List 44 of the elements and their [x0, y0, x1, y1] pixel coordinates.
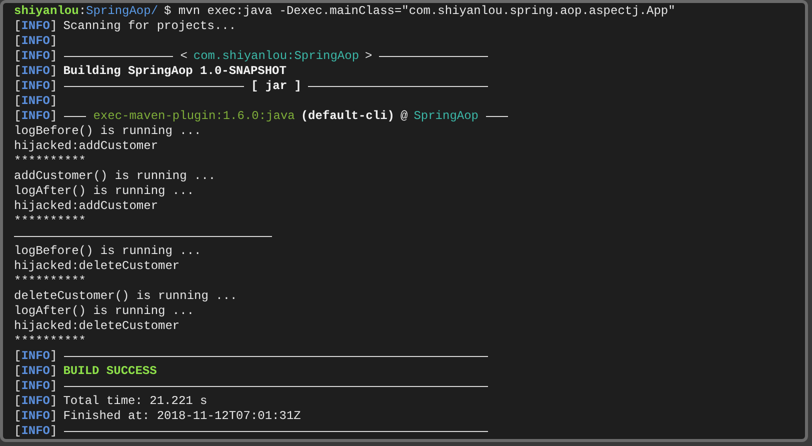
log-message: [ jar ]: [250, 79, 302, 94]
prompt-user: shiyanlou: [14, 4, 79, 19]
output-line: logBefore() is running ...: [14, 244, 202, 259]
log-message: <: [179, 49, 188, 64]
output-line: hijacked:deleteCustomer: [14, 259, 180, 274]
output-line: deleteCustomer() is running ...: [14, 289, 238, 304]
output-line: logAfter() is running ...: [14, 184, 194, 199]
log-level-tag: [INFO]: [14, 79, 58, 94]
prompt-separator: :: [78, 4, 86, 19]
log-level-tag: [INFO]: [14, 49, 58, 64]
output-line: logBefore() is running ...: [14, 124, 202, 139]
command-text: $ mvn exec:java -Dexec.mainClass="com.shiyanlou.spring.aop.aspectj.App": [164, 4, 676, 19]
log-message: Building SpringAop 1.0-SNAPSHOT: [62, 64, 288, 79]
output-line: **********: [14, 214, 86, 229]
log-level-tag: [INFO]: [14, 379, 58, 394]
log-message: (default-cli): [300, 109, 396, 124]
log-message: Scanning for projects...: [62, 19, 238, 34]
log-level-tag: [INFO]: [14, 64, 58, 79]
log-message: exec-maven-plugin:1.6.0:java: [92, 109, 296, 124]
output-line: **********: [14, 334, 86, 349]
log-level-tag: [INFO]: [14, 19, 58, 34]
output-line: **********: [14, 274, 86, 289]
log-level-tag: [INFO]: [14, 409, 58, 424]
prompt-path: SpringAop/: [86, 4, 158, 19]
log-message: Finished at: 2018-11-12T07:01:31Z: [62, 409, 302, 424]
output-line: **********: [14, 154, 86, 169]
output-line: logAfter() is running ...: [14, 304, 194, 319]
output-line: hijacked:addCustomer: [14, 139, 158, 154]
log-level-tag: [INFO]: [14, 424, 58, 439]
log-message: >: [364, 49, 374, 64]
log-level-tag: [INFO]: [14, 34, 58, 49]
output-line: hijacked:addCustomer: [14, 199, 158, 214]
log-message: @: [399, 109, 409, 124]
log-message: SpringAop: [412, 109, 480, 124]
log-message: BUILD SUCCESS: [62, 364, 158, 379]
output-line: addCustomer() is running ...: [14, 169, 216, 184]
log-message: Total time: 21.221 s: [62, 394, 208, 409]
log-level-tag: [INFO]: [14, 364, 58, 379]
log-level-tag: [INFO]: [14, 94, 58, 109]
output-line: hijacked:deleteCustomer: [14, 319, 180, 334]
log-level-tag: [INFO]: [14, 109, 58, 124]
log-level-tag: [INFO]: [14, 349, 58, 364]
log-level-tag: [INFO]: [14, 394, 58, 409]
log-message: com.shiyanlou:SpringAop: [192, 49, 360, 64]
